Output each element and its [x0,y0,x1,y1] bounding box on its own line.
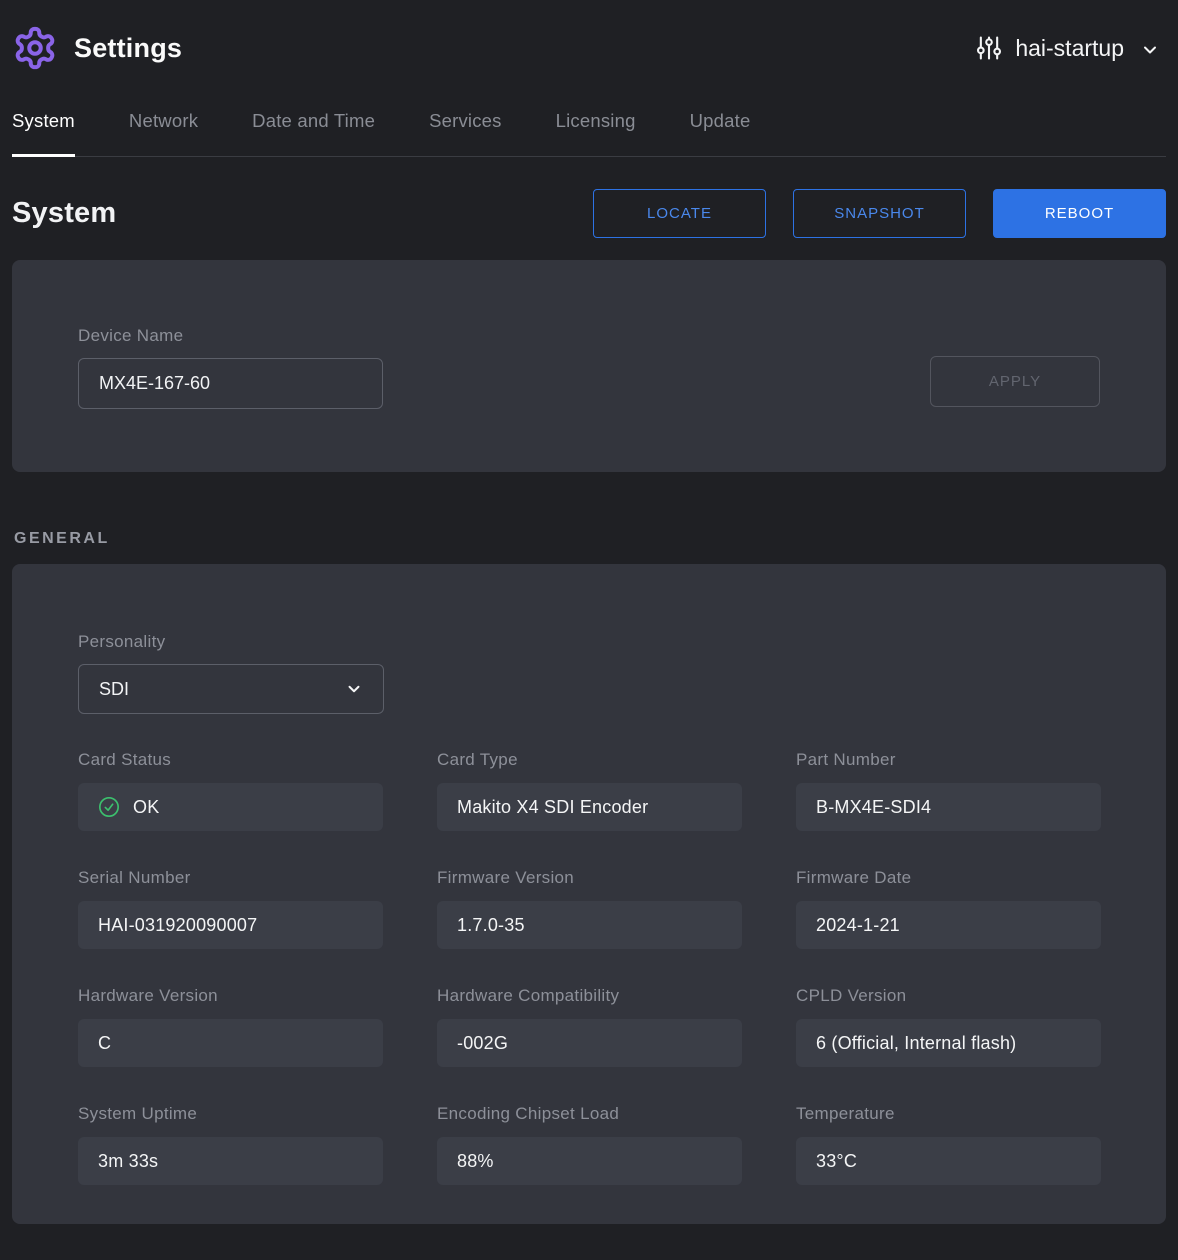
system-uptime-value: 3m 33s [78,1137,383,1185]
page-title-row: System LOCATE SNAPSHOT REBOOT [12,189,1166,238]
sliders-icon [975,33,1003,63]
reboot-button[interactable]: REBOOT [993,189,1166,238]
general-panel: Personality SDI Card Status OK Card Type… [12,564,1166,1224]
tab-date-and-time[interactable]: Date and Time [252,96,375,156]
status-ok-check-icon [98,796,120,818]
field-hardware-compatibility: Hardware Compatibility -002G [437,986,742,1067]
card-type-value: Makito X4 SDI Encoder [437,783,742,831]
field-part-number: Part Number B-MX4E-SDI4 [796,750,1101,831]
device-selector-label: hai-startup [1015,35,1124,62]
field-system-uptime: System Uptime 3m 33s [78,1104,383,1185]
field-serial-number: Serial Number HAI-031920090007 [78,868,383,949]
field-cpld-version: CPLD Version 6 (Official, Internal flash… [796,986,1101,1067]
chevron-down-icon [345,680,363,698]
locate-button[interactable]: LOCATE [593,189,766,238]
hardware-compatibility-value: -002G [437,1019,742,1067]
field-firmware-version: Firmware Version 1.7.0-35 [437,868,742,949]
tab-services[interactable]: Services [429,96,502,156]
page-title: System [12,197,116,230]
firmware-version-value: 1.7.0-35 [437,901,742,949]
firmware-date-value: 2024-1-21 [796,901,1101,949]
tab-update[interactable]: Update [690,96,751,156]
app-header: Settings hai-startup [0,0,1178,96]
temperature-value: 33°C [796,1137,1101,1185]
snapshot-button[interactable]: SNAPSHOT [793,189,966,238]
tab-network[interactable]: Network [129,96,198,156]
general-section-heading: GENERAL [14,530,1166,548]
chevron-down-icon [1140,40,1160,60]
personality-selected-value: SDI [99,679,129,700]
device-selector-dropdown[interactable]: hai-startup [973,27,1162,69]
apply-button[interactable]: APPLY [930,356,1100,407]
settings-tabbar: System Network Date and Time Services Li… [12,96,1166,157]
app-title: Settings [74,33,182,64]
encoding-chipset-load-value: 88% [437,1137,742,1185]
tab-system[interactable]: System [12,96,75,156]
hardware-version-value: C [78,1019,383,1067]
field-temperature: Temperature 33°C [796,1104,1101,1185]
field-card-type: Card Type Makito X4 SDI Encoder [437,750,742,831]
settings-gear-icon [12,25,58,71]
card-status-value: OK [133,797,159,818]
personality-label: Personality [78,632,1100,652]
serial-number-value: HAI-031920090007 [78,901,383,949]
field-encoding-chipset-load: Encoding Chipset Load 88% [437,1104,742,1185]
field-firmware-date: Firmware Date 2024-1-21 [796,868,1101,949]
device-name-label: Device Name [78,326,383,346]
field-hardware-version: Hardware Version C [78,986,383,1067]
tab-licensing[interactable]: Licensing [556,96,636,156]
general-fields-grid: Card Status OK Card Type Makito X4 SDI E… [78,750,1100,1185]
device-name-panel: Device Name APPLY [12,260,1166,472]
part-number-value: B-MX4E-SDI4 [796,783,1101,831]
device-name-input[interactable] [78,358,383,409]
personality-select[interactable]: SDI [78,664,384,714]
page-actions: LOCATE SNAPSHOT REBOOT [593,189,1166,238]
field-card-status: Card Status OK [78,750,383,831]
cpld-version-value: 6 (Official, Internal flash) [796,1019,1101,1067]
